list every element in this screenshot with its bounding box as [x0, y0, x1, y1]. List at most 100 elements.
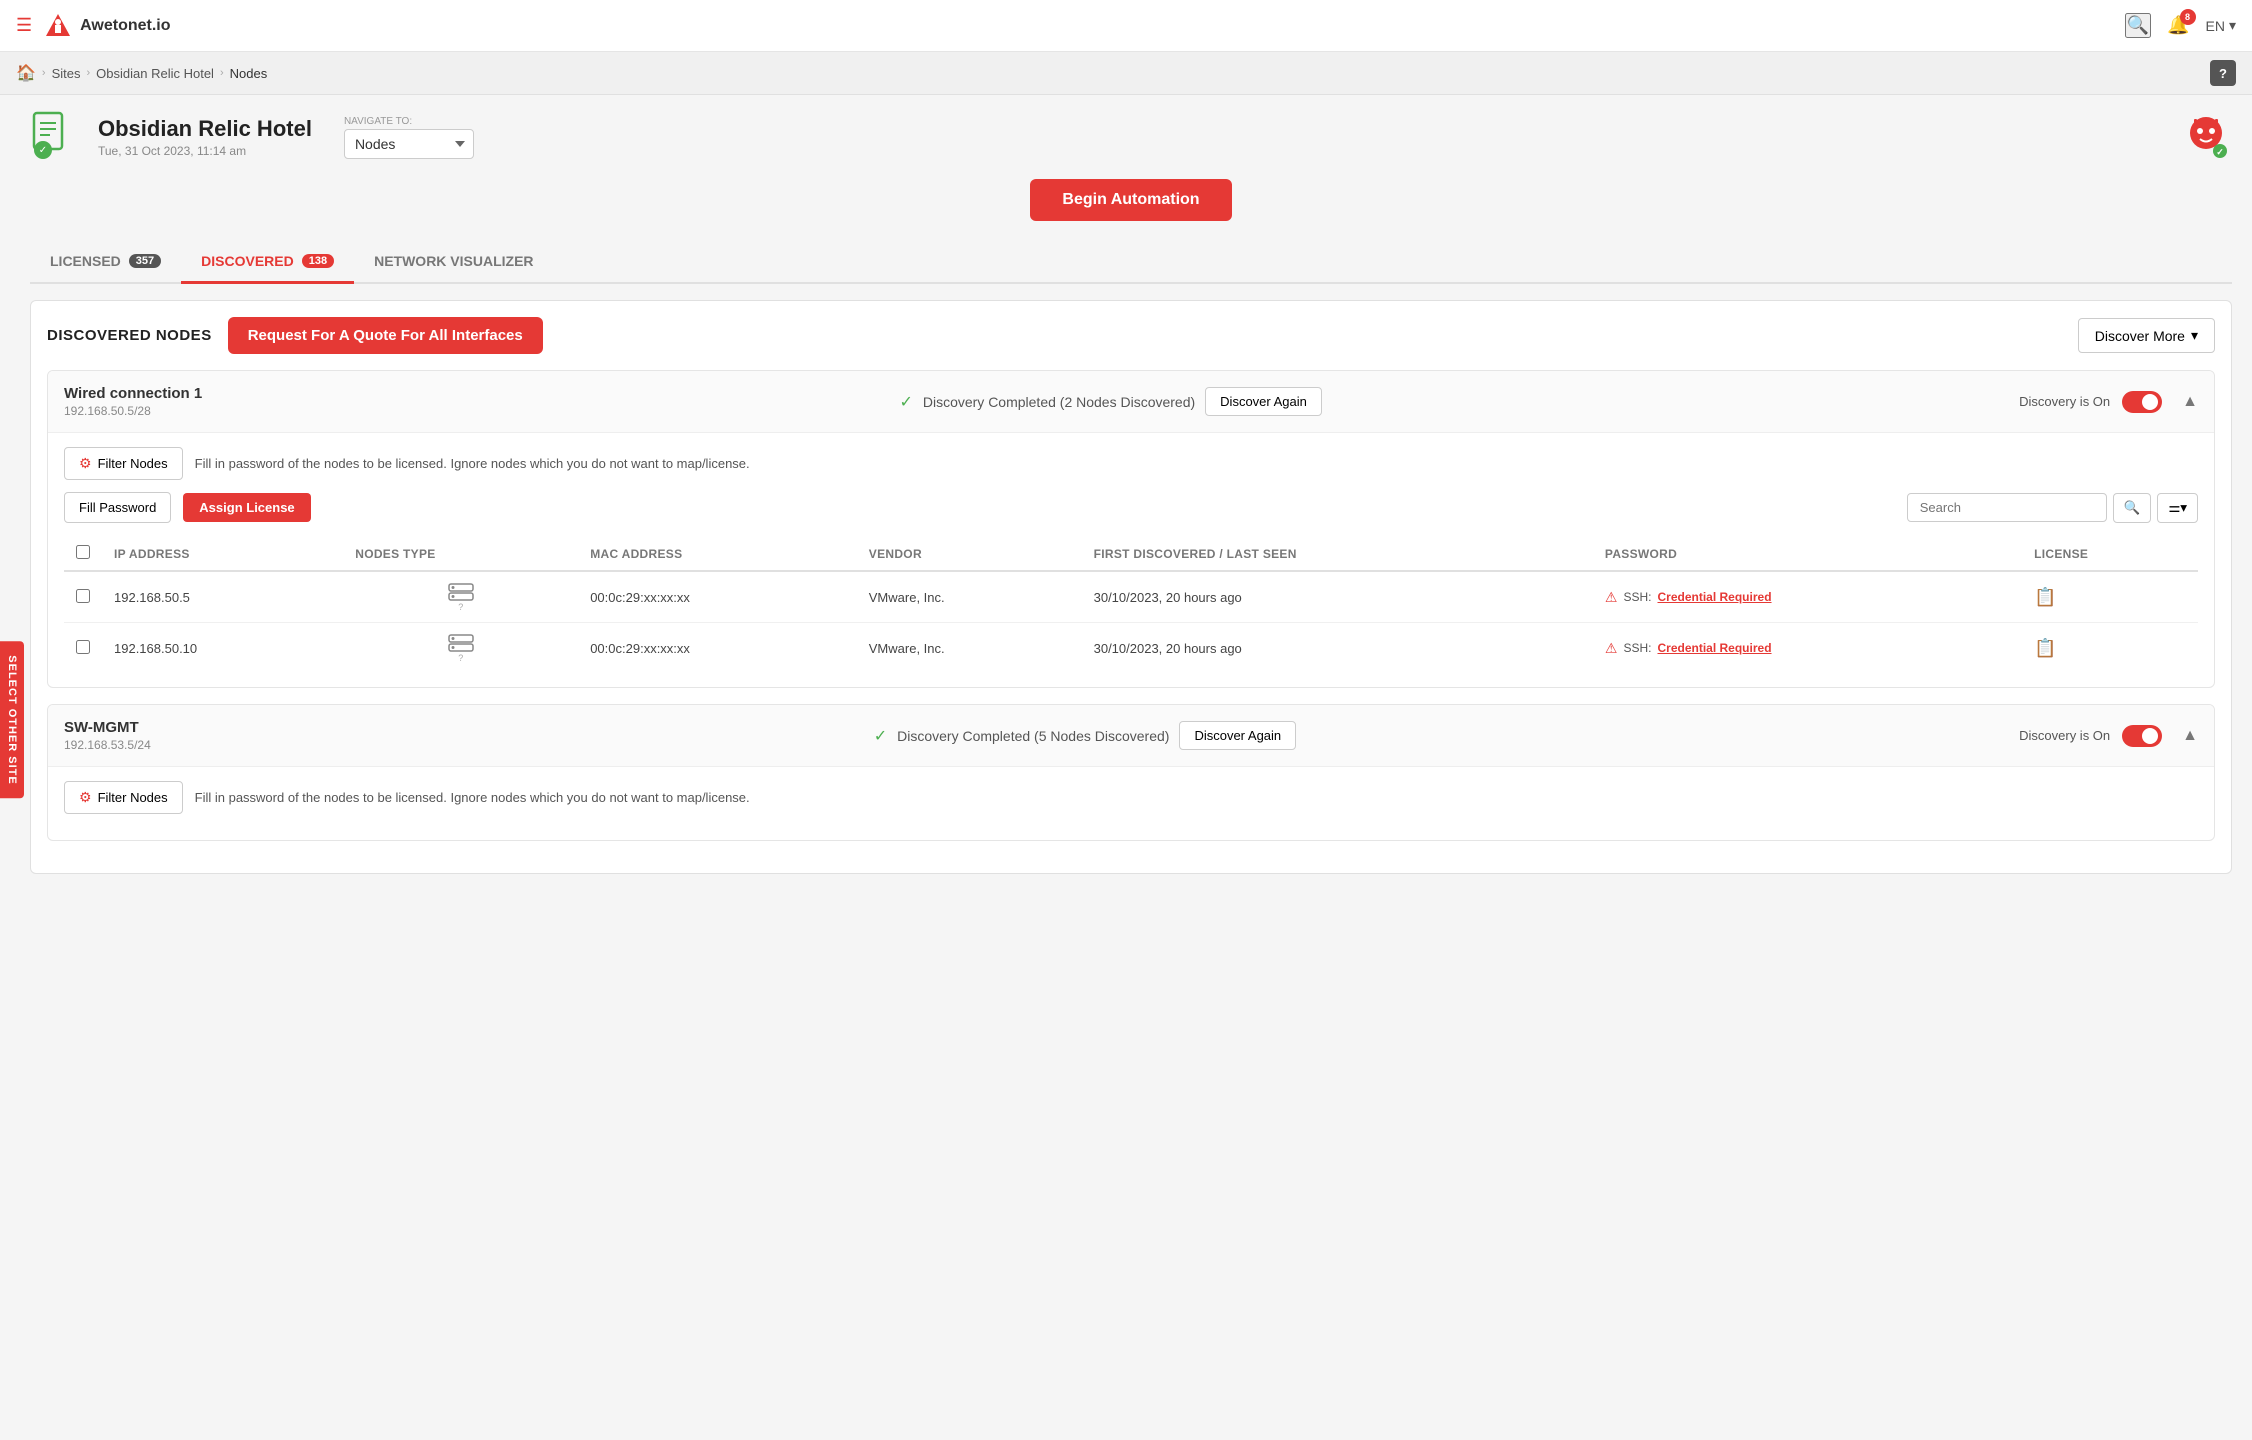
- select-all-checkbox-1[interactable]: [76, 545, 90, 559]
- credential-warning-1-1: ⚠ SSH: Credential Required: [1605, 589, 2010, 606]
- action-row-1: Fill Password Assign License 🔍 ⚌▾: [64, 492, 2198, 523]
- navigate-select-area: NAVIGATE TO: Nodes: [344, 116, 474, 159]
- robot-icon: ✓: [2180, 111, 2232, 163]
- license-icon-1-1[interactable]: 📋: [2034, 587, 2056, 607]
- connection-status-2: ✓ Discovery Completed (5 Nodes Discovere…: [151, 721, 2019, 750]
- filter-icon-2: ⚙: [79, 789, 92, 806]
- col-password: PASSWORD: [1593, 537, 2022, 571]
- node-mac-1-1: 00:0c:29:xx:xx:xx: [578, 571, 857, 623]
- col-license: LICENSE: [2022, 537, 2198, 571]
- node-ip-1-2: 192.168.50.10: [102, 623, 343, 674]
- nodes-table-1: IP ADDRESS NODES TYPE MAC ADDRESS VENDOR…: [64, 537, 2198, 673]
- discovery-on-label: Discovery is On: [2019, 394, 2110, 409]
- connection-header-sw-mgmt: SW-MGMT 192.168.53.5/24 ✓ Discovery Comp…: [48, 705, 2214, 767]
- server-icon: [447, 633, 475, 653]
- discover-again-button-2[interactable]: Discover Again: [1179, 721, 1296, 750]
- rfq-button[interactable]: Request For A Quote For All Interfaces: [228, 317, 543, 354]
- breadcrumb-sites[interactable]: Sites: [52, 66, 81, 81]
- fill-password-button-1[interactable]: Fill Password: [64, 492, 171, 523]
- connection-block-wired-1: Wired connection 1 192.168.50.5/28 ✓ Dis…: [47, 370, 2215, 688]
- home-icon[interactable]: 🏠: [16, 63, 36, 83]
- status-text-2: Discovery Completed (5 Nodes Discovered): [897, 728, 1169, 744]
- begin-automation-button[interactable]: Begin Automation: [1030, 179, 1231, 221]
- page-header: ✓ Obsidian Relic Hotel Tue, 31 Oct 2023,…: [30, 111, 2232, 163]
- main-content: ✓ Obsidian Relic Hotel Tue, 31 Oct 2023,…: [0, 95, 2252, 890]
- connection-body-2: ⚙ Filter Nodes Fill in password of the n…: [48, 767, 2214, 840]
- page-icon-area: ✓: [30, 111, 82, 163]
- app-name: Awetonet.io: [80, 17, 170, 35]
- filter-nodes-button-2[interactable]: ⚙ Filter Nodes: [64, 781, 183, 814]
- filter-row-2: ⚙ Filter Nodes Fill in password of the n…: [64, 781, 2198, 814]
- discover-again-button-1[interactable]: Discover Again: [1205, 387, 1322, 416]
- tabs-row: LICENSED 357 DISCOVERED 138 NETWORK VISU…: [30, 241, 2232, 284]
- ssh-label-1-2: SSH:: [1623, 641, 1651, 655]
- nodes-header: DISCOVERED NODES Request For A Quote For…: [47, 317, 2215, 354]
- col-seen: FIRST DISCOVERED / LAST SEEN: [1082, 537, 1593, 571]
- node-seen-1-2: 30/10/2023, 20 hours ago: [1082, 623, 1593, 674]
- row-checkbox-1-2[interactable]: [76, 640, 90, 654]
- assign-license-button-1[interactable]: Assign License: [183, 493, 310, 522]
- fill-info-text-2: Fill in password of the nodes to be lice…: [195, 790, 750, 805]
- tab-licensed[interactable]: LICENSED 357: [30, 241, 181, 284]
- page-title-area: Obsidian Relic Hotel Tue, 31 Oct 2023, 1…: [98, 116, 312, 158]
- license-icon-1-2[interactable]: 📋: [2034, 638, 2056, 658]
- connection-ip: 192.168.50.5/28: [64, 404, 202, 418]
- search-input-1[interactable]: [1907, 493, 2107, 522]
- menu-icon[interactable]: ☰: [16, 15, 32, 36]
- discover-more-button[interactable]: Discover More ▾: [2078, 318, 2215, 353]
- filter-btn-1[interactable]: ⚌▾: [2157, 493, 2198, 523]
- language-selector[interactable]: EN ▾: [2206, 17, 2236, 34]
- filter-icon: ⚙: [79, 455, 92, 472]
- search-submit-1[interactable]: 🔍: [2113, 493, 2152, 523]
- discovery-toggle-2[interactable]: [2122, 725, 2162, 747]
- filter-nodes-button-1[interactable]: ⚙ Filter Nodes: [64, 447, 183, 480]
- credential-warning-1-2: ⚠ SSH: Credential Required: [1605, 640, 2010, 657]
- status-check-icon: ✓: [899, 392, 912, 412]
- nodes-title: DISCOVERED NODES: [47, 327, 212, 344]
- row-checkbox-1-1[interactable]: [76, 589, 90, 603]
- logo-area: Awetonet.io: [44, 12, 170, 40]
- breadcrumb-hotel[interactable]: Obsidian Relic Hotel: [96, 66, 214, 81]
- connection-right-2: Discovery is On ▲: [2019, 725, 2198, 747]
- fill-info-text-1: Fill in password of the nodes to be lice…: [195, 456, 750, 471]
- status-check-icon-2: ✓: [874, 726, 887, 746]
- connection-ip-2: 192.168.53.5/24: [64, 738, 151, 752]
- chevron-up-icon[interactable]: ▲: [2182, 393, 2198, 411]
- tab-discovered[interactable]: DISCOVERED 138: [181, 241, 354, 284]
- credential-link-1-1[interactable]: Credential Required: [1658, 590, 1772, 604]
- node-mac-1-2: 00:0c:29:xx:xx:xx: [578, 623, 857, 674]
- node-vendor-1-2: VMware, Inc.: [857, 623, 1082, 674]
- node-vendor-1-1: VMware, Inc.: [857, 571, 1082, 623]
- discovery-toggle-1[interactable]: [2122, 391, 2162, 413]
- chevron-up-icon-2[interactable]: ▲: [2182, 727, 2198, 745]
- help-button[interactable]: ?: [2210, 60, 2236, 86]
- search-button[interactable]: 🔍: [2125, 13, 2151, 38]
- connection-right: Discovery is On ▲: [2019, 391, 2198, 413]
- page-subtitle: Tue, 31 Oct 2023, 11:14 am: [98, 144, 312, 158]
- navigate-label: NAVIGATE TO:: [344, 116, 474, 127]
- warning-icon-1-2: ⚠: [1605, 640, 1618, 657]
- page-header-right: ✓: [2180, 111, 2232, 163]
- robot-avatar: ✓: [2180, 111, 2232, 163]
- server-icon: [447, 582, 475, 602]
- col-vendor: VENDOR: [857, 537, 1082, 571]
- notification-button[interactable]: 🔔 8: [2167, 15, 2189, 36]
- connection-name-area-2: SW-MGMT 192.168.53.5/24: [64, 719, 151, 752]
- tab-network-visualizer[interactable]: NETWORK VISUALIZER: [354, 241, 553, 284]
- table-row: 192.168.50.10 ?: [64, 623, 2198, 674]
- breadcrumb: 🏠 › Sites › Obsidian Relic Hotel › Nodes…: [0, 52, 2252, 95]
- navigate-dropdown[interactable]: Nodes: [344, 129, 474, 159]
- nodes-section: DISCOVERED NODES Request For A Quote For…: [30, 300, 2232, 874]
- connection-name-area: Wired connection 1 192.168.50.5/28: [64, 385, 202, 418]
- side-tab[interactable]: SELECT OTHER SITE: [0, 641, 24, 798]
- automation-row: Begin Automation: [30, 179, 2232, 221]
- ssh-label-1-1: SSH:: [1623, 590, 1651, 604]
- connection-name-2: SW-MGMT: [64, 719, 151, 736]
- node-ip-1-1: 192.168.50.5: [102, 571, 343, 623]
- licensed-badge: 357: [129, 254, 161, 268]
- filter-row-1: ⚙ Filter Nodes Fill in password of the n…: [64, 447, 2198, 480]
- logo-icon: [44, 12, 72, 40]
- credential-link-1-2[interactable]: Credential Required: [1658, 641, 1772, 655]
- discovered-badge: 138: [302, 254, 334, 268]
- node-seen-1-1: 30/10/2023, 20 hours ago: [1082, 571, 1593, 623]
